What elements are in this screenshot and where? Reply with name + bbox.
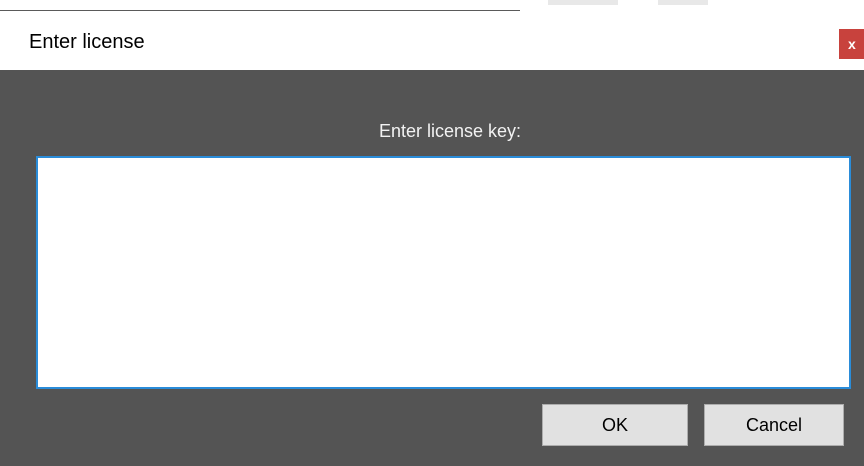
- license-key-label: Enter license key:: [378, 121, 522, 141]
- cancel-button[interactable]: Cancel: [704, 404, 844, 446]
- background-window-edge: [0, 0, 864, 14]
- dialog-titlebar: Enter license x: [0, 14, 864, 70]
- background-divider: [0, 10, 520, 11]
- dialog-title: Enter license: [29, 31, 145, 53]
- ok-button[interactable]: OK: [542, 404, 688, 446]
- dialog-body: Enter license key: OK Cancel: [0, 70, 864, 466]
- close-button[interactable]: x: [839, 29, 864, 59]
- license-key-input[interactable]: [36, 156, 851, 389]
- close-icon: x: [848, 36, 856, 52]
- background-window-fragment: [548, 0, 748, 5]
